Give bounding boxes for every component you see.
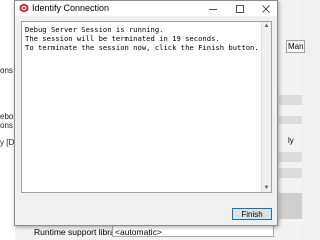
left-panel-label: ons xyxy=(0,121,13,130)
left-panel-label: ons xyxy=(0,66,13,75)
minimize-button[interactable] xyxy=(202,1,224,16)
scroll-down-icon[interactable]: ▼ xyxy=(263,185,270,191)
right-panel-bar xyxy=(279,168,302,178)
minimize-icon xyxy=(209,8,217,10)
message-line: Debug Server Session is running. xyxy=(25,25,164,34)
right-panel-bar xyxy=(279,116,302,124)
runtime-support-label: Runtime support library: xyxy=(34,227,125,237)
right-panel-bar xyxy=(279,152,302,162)
right-panel-text: ly xyxy=(288,136,294,145)
runtime-support-field[interactable]: <automatic> xyxy=(112,225,274,237)
message-line: The session will be terminated in 19 sec… xyxy=(25,34,220,43)
title-bar[interactable]: Identify Connection xyxy=(15,1,277,16)
manual-tab[interactable]: Manu xyxy=(286,40,305,53)
app-icon xyxy=(19,3,29,13)
message-text-area[interactable]: Debug Server Session is running. The ses… xyxy=(21,21,272,193)
right-panel-bar xyxy=(279,95,302,105)
message-line: To terminate the session now, click the … xyxy=(25,43,259,52)
right-panel-bar xyxy=(279,193,302,219)
identify-connection-dialog: Identify Connection Debug Server Session… xyxy=(14,0,278,226)
scroll-up-icon[interactable]: ▲ xyxy=(263,23,270,29)
finish-button[interactable]: Finish xyxy=(232,208,272,220)
maximize-icon xyxy=(236,4,244,13)
maximize-button[interactable] xyxy=(229,1,251,16)
close-button[interactable] xyxy=(255,1,277,16)
dialog-title: Identify Connection xyxy=(32,3,110,13)
vertical-scrollbar[interactable]: ▲ ▼ xyxy=(261,22,271,192)
close-icon xyxy=(262,4,270,13)
